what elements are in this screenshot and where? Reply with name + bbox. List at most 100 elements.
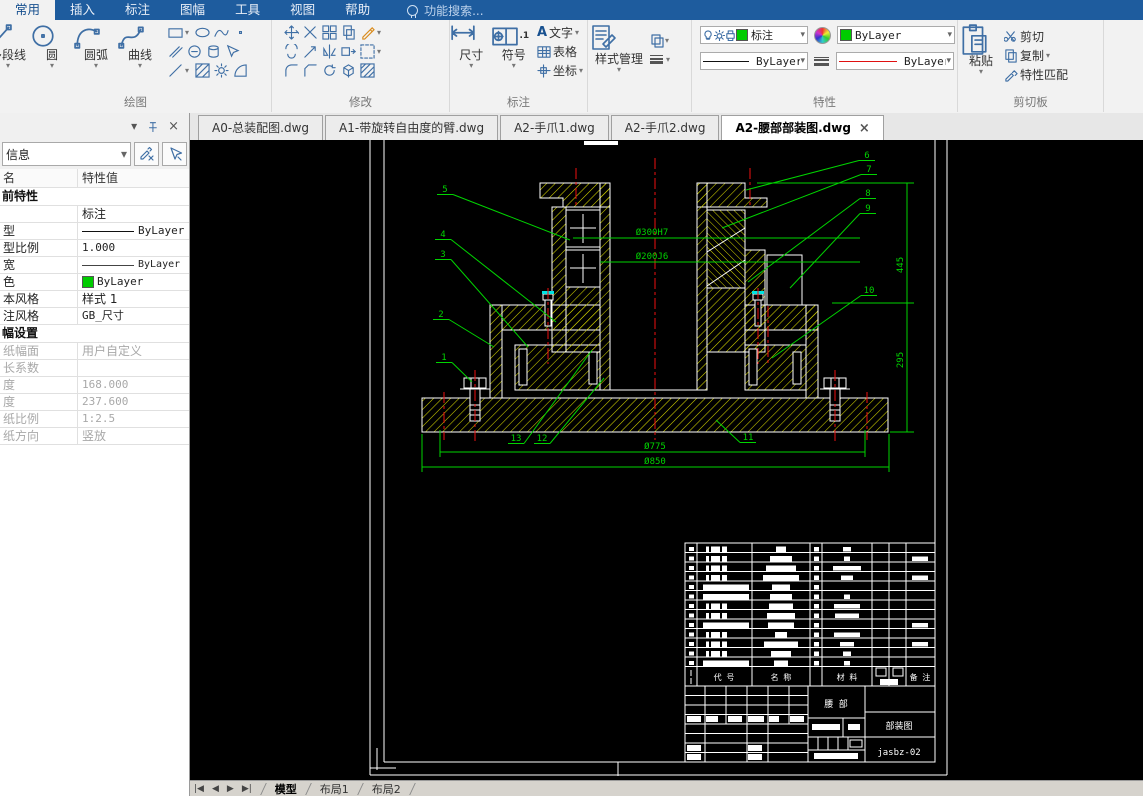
solid-button[interactable] — [204, 43, 223, 61]
balloon-3: 3 — [440, 250, 445, 260]
circle-dropdown-icon[interactable] — [30, 62, 74, 69]
doc-tab-a2-waist[interactable]: A2-腰部部装图.dwg — [721, 115, 884, 141]
balloon-10: 10 — [864, 286, 875, 296]
color-wheel-icon[interactable] — [814, 26, 831, 44]
fillet-button[interactable] — [282, 62, 301, 80]
tab-close-icon[interactable] — [859, 116, 870, 141]
point-button[interactable] — [231, 24, 250, 42]
rotate-button[interactable] — [320, 62, 339, 80]
match-properties-button[interactable]: 特性匹配 — [1004, 65, 1070, 84]
chamfer-button[interactable] — [301, 62, 320, 80]
page-setup-button[interactable] — [650, 31, 674, 50]
double-line-button[interactable] — [166, 43, 185, 61]
scale-button[interactable] — [358, 43, 377, 61]
trim-button[interactable] — [301, 24, 320, 42]
wipeout-button[interactable] — [231, 62, 250, 80]
color-swatch — [840, 29, 852, 41]
dim-base1: Ø775 — [644, 441, 666, 452]
tab-model[interactable]: 模型 — [271, 781, 301, 796]
cut-button[interactable]: 剪切 — [1004, 27, 1070, 46]
doc-tab-a1[interactable]: A1-带旋转自由度的臂.dwg — [325, 115, 499, 140]
table-icon — [537, 45, 551, 58]
dimension-dropdown-icon[interactable] — [450, 62, 492, 69]
orbit-button[interactable] — [339, 62, 358, 80]
arc-dropdown-icon[interactable] — [74, 62, 118, 69]
panel-style: 样式管理 — [588, 20, 692, 112]
drawing-canvas[interactable]: .w{stroke:#fff;fill:none;stroke-width:1;… — [190, 140, 1143, 780]
ribbon-tab-insert[interactable]: 插入 — [55, 0, 110, 20]
doc-tab-a0[interactable]: A0-总装配图.dwg — [198, 115, 324, 140]
gear-icon — [214, 63, 229, 78]
rev-curve-icon — [214, 29, 229, 37]
hatch-edit-button[interactable] — [358, 62, 377, 80]
mirror-button[interactable] — [320, 43, 339, 61]
list-style-button[interactable] — [650, 50, 674, 69]
ellipse-button[interactable] — [193, 24, 212, 42]
prev-tab-icon[interactable]: ◀ — [208, 784, 223, 794]
pick-button[interactable] — [223, 43, 242, 61]
coordinate-button[interactable]: 坐标 — [537, 61, 587, 80]
copy-button[interactable]: 复制 — [1004, 46, 1070, 65]
paste-dropdown-icon[interactable] — [958, 68, 1004, 75]
tab-layout2[interactable]: 布局2 — [368, 781, 405, 796]
symbol-dropdown-icon[interactable] — [492, 62, 534, 69]
search-placeholder: 功能搜索... — [424, 3, 484, 18]
ribbon-tab-tools[interactable]: 工具 — [220, 0, 275, 20]
table-button[interactable]: 表格 — [537, 42, 587, 61]
region-button[interactable] — [185, 43, 204, 61]
copy-obj-button[interactable] — [339, 24, 358, 42]
gear-button[interactable] — [212, 62, 231, 80]
line-button[interactable] — [166, 62, 185, 80]
first-tab-icon[interactable]: |◀ — [190, 784, 208, 794]
ribbon-tab-help[interactable]: 帮助 — [330, 0, 385, 20]
tab-layout1[interactable]: 布局1 — [316, 781, 353, 796]
arc-button[interactable]: 圆弧 — [74, 23, 118, 80]
ribbon-tab-annotate[interactable]: 标注 — [110, 0, 165, 20]
circle-button[interactable]: 圆 — [30, 23, 74, 80]
selection-info-combo[interactable]: 信息 — [2, 142, 131, 166]
spline-button[interactable]: 曲线 — [118, 23, 162, 80]
ribbon-tab-bar: 常用 插入 标注 图幅 工具 视图 帮助 功能搜索... — [0, 0, 1143, 20]
rectangle-button[interactable] — [166, 24, 185, 42]
next-tab-icon[interactable]: ▶ — [223, 784, 238, 794]
offset-button[interactable] — [282, 43, 301, 61]
ribbon-tab-view[interactable]: 视图 — [275, 0, 330, 20]
color-combo[interactable]: ByLayer — [837, 26, 955, 44]
stretch-button[interactable] — [339, 43, 358, 61]
erase-button[interactable] — [358, 24, 377, 42]
linetype-sample — [82, 230, 134, 232]
linetype-combo[interactable]: ByLayer — [700, 52, 808, 70]
array-button[interactable] — [320, 24, 339, 42]
style-manager-dropdown-icon[interactable] — [588, 66, 650, 73]
doc-tab-a2-claw2[interactable]: A2-手爪2.dwg — [610, 115, 720, 140]
panel-properties: 标注 ByLayer ByLayer ByLayer 特性 — [692, 20, 958, 112]
linetype2-combo[interactable]: ByLayer — [836, 52, 954, 70]
stylemgr-icon — [592, 25, 616, 50]
function-search[interactable]: 功能搜索... — [407, 0, 484, 20]
palette-menu-icon[interactable] — [131, 119, 137, 133]
hatch-edit-icon — [360, 63, 375, 78]
polyline-button[interactable]: 多段线 — [0, 23, 30, 80]
ribbon-tab-sheet[interactable]: 图幅 — [165, 0, 220, 20]
color-swatch — [82, 276, 94, 288]
edit-cancel-button[interactable] — [134, 142, 159, 166]
ribbon-tab-home[interactable]: 常用 — [0, 0, 56, 20]
cut-icon — [1004, 30, 1016, 42]
doc-tab-a2-claw1[interactable]: A2-手爪1.dwg — [500, 115, 609, 140]
move-button[interactable] — [282, 24, 301, 42]
style-manager-button[interactable]: 样式管理 — [588, 23, 650, 112]
lines-icon — [650, 54, 666, 66]
spline-dropdown-icon[interactable] — [118, 62, 162, 69]
text-button[interactable]: A 文字 — [537, 23, 587, 42]
hatch-button[interactable] — [193, 62, 212, 80]
palette-close-icon[interactable] — [168, 119, 179, 134]
last-tab-icon[interactable]: ▶| — [238, 784, 256, 794]
dim-icon — [451, 25, 475, 41]
quick-select-button[interactable] — [162, 142, 187, 166]
extend-button[interactable] — [301, 43, 320, 61]
lineweight-icon[interactable] — [814, 55, 830, 67]
polyline-dropdown-icon[interactable] — [0, 62, 30, 69]
layer-combo[interactable]: 标注 — [700, 26, 808, 44]
rev-curve-button[interactable] — [212, 24, 231, 42]
tb-header-code: 代 号 — [714, 672, 735, 682]
